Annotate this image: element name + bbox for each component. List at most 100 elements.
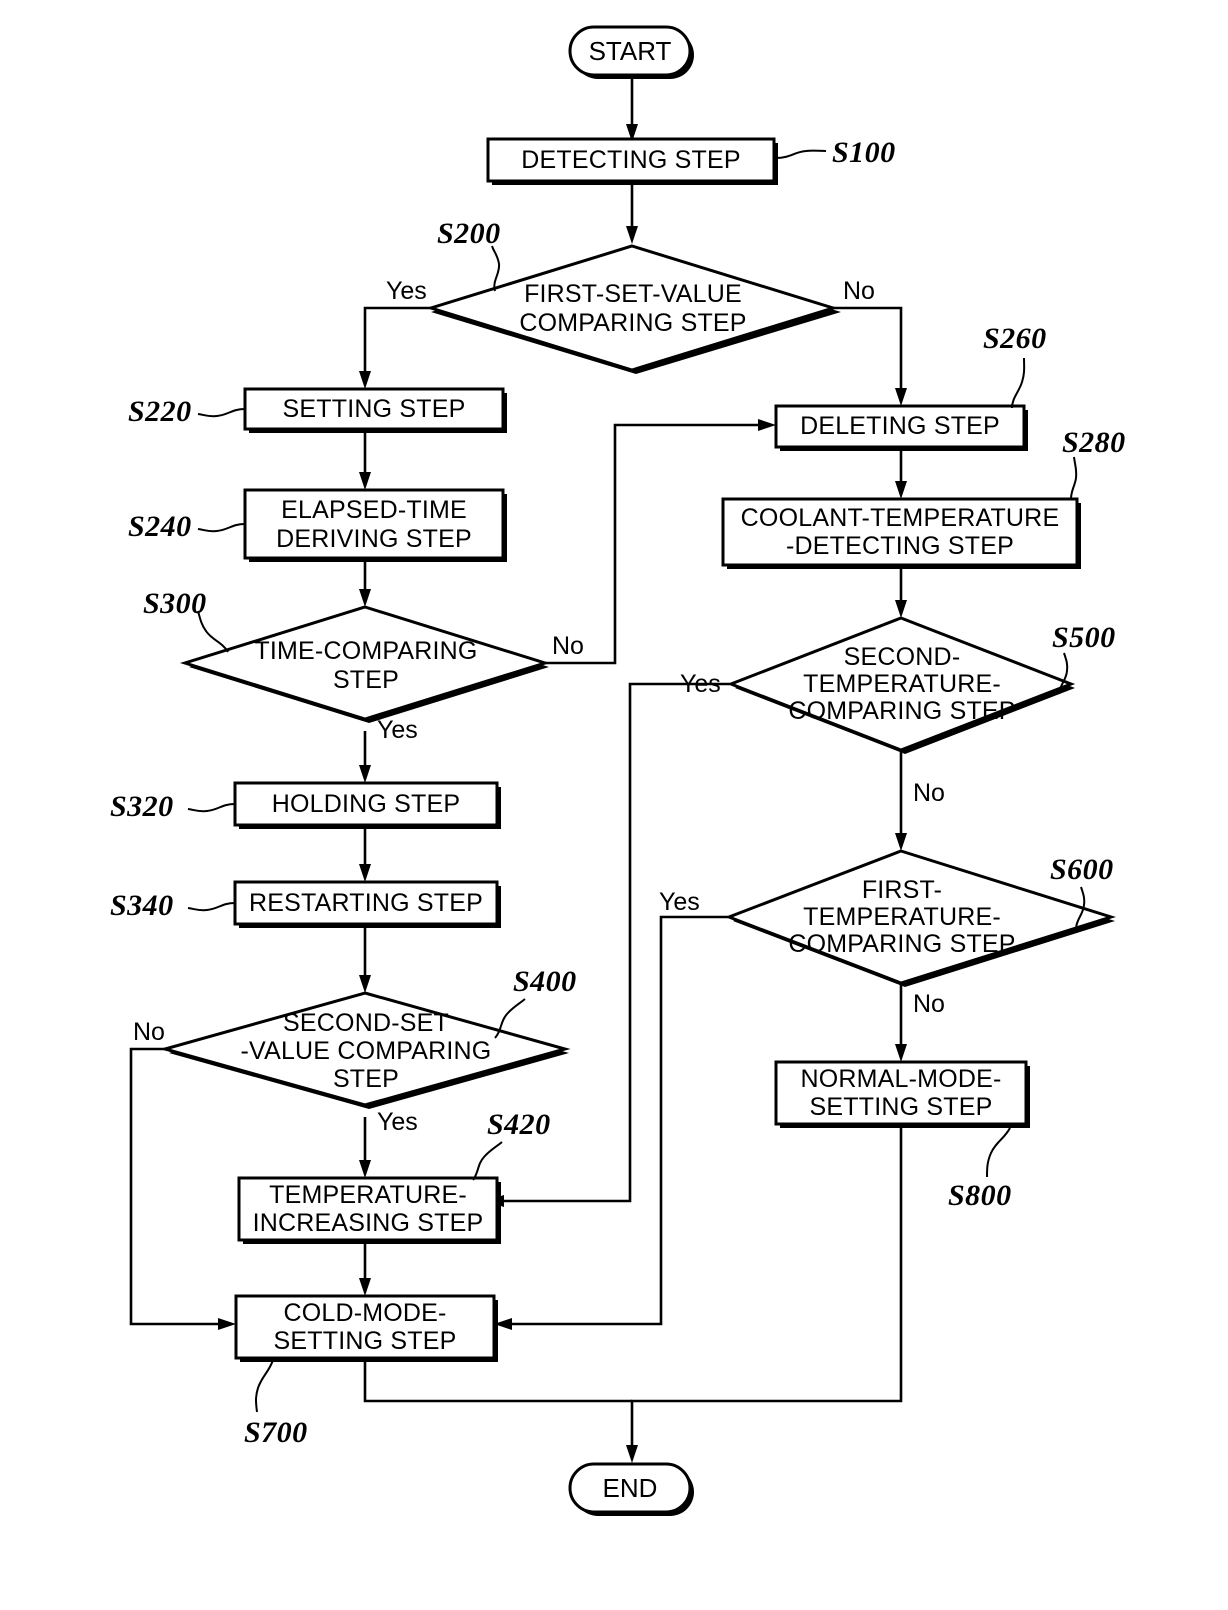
ref-label-s340: S340 (110, 889, 174, 922)
arrow-head (758, 419, 776, 431)
edge-s200-no-to-s260 (833, 306, 903, 392)
arrow-head (895, 388, 907, 406)
node-s700: COLD-MODE- SETTING STEP (234, 1294, 498, 1362)
ref-label-s280: S280 (1062, 426, 1126, 459)
s420-label-line-0: TEMPERATURE- (269, 1181, 467, 1209)
node-s800: NORMAL-MODE- SETTING STEP (774, 1060, 1030, 1128)
arrow-head (359, 589, 371, 607)
arrow-head (359, 1278, 371, 1296)
flowchart-diagram: START DETECTING STEP FIRST-SET-VALUE COM… (110, 25, 1126, 1516)
ref-label-s200: S200 (437, 217, 501, 250)
s600-label-line-1: TEMPERATURE- (803, 903, 1001, 931)
s700-label-line-0: COLD-MODE- (283, 1299, 446, 1327)
arrow-head (626, 226, 638, 244)
s220-label-line-0: SETTING STEP (283, 395, 466, 423)
s240-label-line-0: ELAPSED-TIME (281, 496, 467, 524)
s100-label-line-0: DETECTING STEP (521, 146, 741, 174)
ref-label-s320: S320 (110, 790, 174, 823)
ref-label-s500: S500 (1052, 621, 1116, 654)
s400-label-line-1: -VALUE COMPARING (241, 1037, 492, 1065)
s800-label-line-0: NORMAL-MODE- (800, 1065, 1001, 1093)
edge-s800-to-end (630, 1113, 903, 1450)
arrow-head (359, 864, 371, 882)
arrow-head (359, 1160, 371, 1178)
s280-label-line-1: -DETECTING STEP (786, 532, 1014, 560)
node-s260: DELETING STEP (774, 404, 1028, 451)
end-label: END (603, 1473, 658, 1503)
ref-label-s300: S300 (143, 587, 207, 620)
s500-label-line-2: COMPARING STEP (788, 697, 1015, 725)
arrow-head (626, 1445, 638, 1463)
s600-label-line-0: FIRST- (862, 876, 942, 904)
s340-label-line-0: RESTARTING STEP (249, 889, 483, 917)
node-start: START (568, 25, 694, 79)
leader-s280 (1070, 456, 1078, 500)
s200-shape (425, 244, 839, 372)
ref-label-s700: S700 (244, 1416, 308, 1449)
leader-s200 (491, 245, 501, 292)
s800-label-line-1: SETTING STEP (810, 1093, 993, 1121)
start-label: START (589, 36, 672, 66)
leader-s420 (472, 1141, 503, 1181)
ref-label-s240: S240 (128, 510, 192, 543)
edge-label-s400-no: No (133, 1018, 165, 1046)
s260-label-line-0: DELETING STEP (800, 412, 1000, 440)
node-s200: FIRST-SET-VALUE COMPARING STEP (425, 244, 841, 374)
leader-s800 (986, 1127, 1011, 1178)
arrow-head (359, 765, 371, 783)
s500-label-line-1: TEMPERATURE- (803, 670, 1001, 698)
s400-label-line-2: STEP (333, 1065, 399, 1093)
node-s220: SETTING STEP (243, 387, 507, 433)
s700-label-line-1: SETTING STEP (274, 1327, 457, 1355)
s200-label-line-0: FIRST-SET-VALUE (524, 280, 742, 308)
leader-s220 (197, 408, 246, 418)
node-s240: ELAPSED-TIME DERIVING STEP (243, 488, 507, 562)
arrow-head (895, 833, 907, 851)
edge-label-s200-no: No (843, 277, 875, 305)
edge-label-s600-yes: Yes (659, 888, 700, 916)
leader-s240 (197, 523, 246, 533)
s420-label-line-1: INCREASING STEP (253, 1209, 484, 1237)
s200-label-line-1: COMPARING STEP (519, 309, 746, 337)
s500-label-line-0: SECOND- (844, 643, 961, 671)
s240-label-line-1: DERIVING STEP (276, 525, 472, 553)
leader-s260 (1011, 357, 1026, 409)
s300-label-line-1: STEP (333, 666, 399, 694)
arrow-head (359, 472, 371, 490)
node-s420: TEMPERATURE- INCREASING STEP (237, 1176, 501, 1244)
node-s340: RESTARTING STEP (233, 880, 501, 928)
s300-label-line-0: TIME-COMPARING (254, 637, 477, 665)
leader-s340 (187, 902, 236, 912)
node-s100: DETECTING STEP (486, 137, 778, 185)
arrow-head (895, 600, 907, 618)
edge-label-s400-yes: Yes (377, 1108, 418, 1136)
arrow-head (359, 371, 371, 389)
node-s300: TIME-COMPARING STEP (179, 605, 551, 723)
arrow-head (218, 1318, 236, 1330)
s400-label-line-0: SECOND-SET (283, 1009, 449, 1037)
edge-label-s300-no: No (552, 632, 584, 660)
node-end: END (568, 1462, 694, 1516)
leader-s100 (775, 149, 827, 159)
arrow-head (895, 1044, 907, 1062)
node-s280: COOLANT-TEMPERATURE -DETECTING STEP (721, 497, 1081, 569)
arrow-head (895, 481, 907, 499)
edge-label-s200-yes: Yes (386, 277, 427, 305)
node-s400: SECOND-SET -VALUE COMPARING STEP (159, 991, 571, 1109)
leader-s320 (187, 803, 236, 813)
ref-label-s600: S600 (1050, 853, 1114, 886)
s280-label-line-0: COOLANT-TEMPERATURE (741, 504, 1060, 532)
ref-label-s400: S400 (513, 965, 577, 998)
edge-label-s500-no: No (913, 779, 945, 807)
ref-label-s100: S100 (832, 136, 896, 169)
edge-s200-yes-to-s220 (363, 306, 432, 375)
ref-label-s260: S260 (983, 322, 1047, 355)
s600-label-line-2: COMPARING STEP (788, 930, 1015, 958)
ref-label-s420: S420 (487, 1108, 551, 1141)
s320-label-line-0: HOLDING STEP (272, 790, 461, 818)
edge-label-s600-no: No (913, 990, 945, 1018)
edge-label-s500-yes: Yes (680, 670, 721, 698)
node-s320: HOLDING STEP (233, 781, 501, 829)
ref-label-s800: S800 (948, 1179, 1012, 1212)
edge-s400-no-to-s700 (129, 1047, 222, 1326)
